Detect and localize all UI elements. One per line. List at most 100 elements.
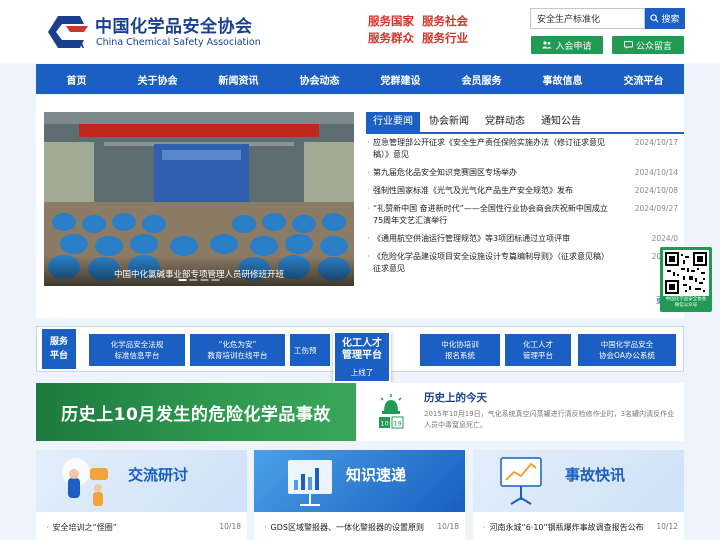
news-item[interactable]: 《危险化学品建设项目安全设施设计专篇编制导则》（征求意见稿）征求意见2024/0 xyxy=(366,251,678,275)
public-message-label: 公众留言 xyxy=(635,41,672,52)
news-item[interactable]: 第九届危化品安全知识竞赛国区专场举办 2024/10/14 xyxy=(366,167,678,179)
alarm-calendar-icon: 10 19 xyxy=(379,394,404,429)
news-date: 2024/10/08 xyxy=(634,186,678,195)
news-item[interactable]: 《通用航空供油运行管理规范》等3项团标通过立项评审 2024/0 xyxy=(366,233,678,245)
chat-bubble-icon xyxy=(623,41,633,49)
search-button[interactable]: 搜索 xyxy=(645,8,685,29)
news-item[interactable]: 应急管理部公开征求《安全生产责任保险实施办法（修订征求意见稿）》意见 2024/1… xyxy=(366,137,678,161)
service-link-regulations[interactable]: 化学品安全法规 标准信息平台 xyxy=(89,334,185,366)
nav-home[interactable]: 首页 xyxy=(36,64,117,94)
news-tabs: 行业要闻 协会新闻 党群动态 通知公告 xyxy=(366,112,684,134)
discussion-illustration-icon xyxy=(62,458,108,506)
qr-code-icon xyxy=(663,250,709,296)
card-title: 事故快讯 xyxy=(565,466,626,484)
card-banner: 事故快讯 xyxy=(473,450,684,512)
tab-notices[interactable]: 通知公告 xyxy=(534,112,588,132)
nav-news[interactable]: 新闻资讯 xyxy=(198,64,279,94)
history-month: 10 xyxy=(381,420,389,428)
card-title: 知识速递 xyxy=(346,466,407,484)
slogans: 服务国家 服务社会 服务群众 服务行业 xyxy=(368,14,478,46)
news-date: 2024/0 xyxy=(651,234,678,243)
bullet: · xyxy=(483,523,486,532)
news-date: 2024/10/17 xyxy=(634,138,678,147)
talent-platform-subtitle: 上线了 xyxy=(350,368,374,377)
svg-text:SA: SA xyxy=(69,39,84,51)
nav-accident-info[interactable]: 事故信息 xyxy=(522,64,603,94)
data-board-illustration-icon xyxy=(288,460,332,506)
slogan: 服务国家 xyxy=(368,14,414,28)
card-item-title[interactable]: GDS区域警报器、一体化警报器的设置原则 xyxy=(271,523,424,532)
slogan: 服务行业 xyxy=(422,31,468,45)
card-banner: 交流研讨 xyxy=(36,450,247,512)
association-logo-icon[interactable]: SA xyxy=(38,12,90,52)
service-link-online-training[interactable]: “化危为安” 教育培训在线平台 xyxy=(190,334,285,366)
news-title[interactable]: 《危险化学品建设项目安全设施设计专篇编制导则》（征求意见稿）征求意见 xyxy=(373,252,609,273)
card-item-title[interactable]: 安全培训之“怪圈” xyxy=(53,523,117,532)
presentation-illustration-icon xyxy=(500,457,542,505)
carousel-dots xyxy=(178,279,220,281)
news-title[interactable]: “礼赞新中国 奋进新时代”——全国性行业协会商会庆祝新中国成立75周年文艺汇演举… xyxy=(373,204,608,225)
join-application-button[interactable]: 入会申请 xyxy=(531,36,603,54)
search-icon xyxy=(650,14,659,23)
talent-platform-title: 化工人才 管理平台 xyxy=(342,338,382,361)
service-link-work-injury[interactable]: 工伤预 xyxy=(290,334,330,366)
users-icon xyxy=(542,41,553,49)
bullet: · xyxy=(264,523,267,532)
carousel-dot[interactable] xyxy=(178,279,187,281)
news-date: 2024/09/27 xyxy=(634,204,678,213)
card-item-date: 10/18 xyxy=(437,522,459,531)
slogan: 服务社会 xyxy=(422,14,468,28)
news-date: 2024/10/14 xyxy=(634,168,678,177)
public-message-button[interactable]: 公众留言 xyxy=(612,36,684,54)
nav-exchange-platform[interactable]: 交流平台 xyxy=(603,64,684,94)
nav-party-building[interactable]: 党群建设 xyxy=(360,64,441,94)
tab-party-news[interactable]: 党群动态 xyxy=(478,112,532,132)
qr-caption: 中国化学品安全协会 微信公众号 xyxy=(665,297,707,308)
logo-title-cn[interactable]: 中国化学品安全协会 xyxy=(95,12,253,37)
carousel-dot[interactable] xyxy=(211,279,220,281)
card-exchange-discussion[interactable]: 交流研讨 · 安全培训之“怪圈” 10/18 xyxy=(36,450,247,540)
news-item[interactable]: 强制性国家标准《光气及光气化产品生产安全规范》发布 2024/10/08 xyxy=(366,185,678,197)
service-platform-label: 服务 平台 xyxy=(42,329,76,369)
card-banner: 知识速递 xyxy=(254,450,465,512)
slogan: 服务群众 xyxy=(368,31,414,45)
history-accidents-banner[interactable]: 历史上10月发生的危险化学品事故 xyxy=(36,383,356,441)
news-carousel[interactable]: 中国中化氯碱事业部专项管理人员研修班开班 xyxy=(44,112,354,286)
carousel-dot[interactable] xyxy=(200,279,209,281)
carousel-dot[interactable] xyxy=(189,279,198,281)
nav-member-services[interactable]: 会员服务 xyxy=(441,64,522,94)
join-application-label: 入会申请 xyxy=(555,41,592,52)
nav-association-activities[interactable]: 协会动态 xyxy=(279,64,360,94)
card-list-item[interactable]: · 河南永城“6·10”钢瓶爆炸事故调查报告公布 10/12 xyxy=(473,522,684,533)
card-knowledge-express[interactable]: 知识速递 · GDS区域警报器、一体化警报器的设置原则 10/18 xyxy=(254,450,465,540)
service-link-oa-system[interactable]: 中国化学品安全 协会OA办公系统 xyxy=(578,334,676,366)
talent-platform-badge[interactable]: 化工人才 管理平台 上线了 xyxy=(333,331,391,383)
news-title[interactable]: 强制性国家标准《光气及光气化产品生产安全规范》发布 xyxy=(373,186,573,195)
news-title[interactable]: 第九届危化品安全知识竞赛国区专场举办 xyxy=(373,168,517,177)
card-list-item[interactable]: · GDS区域警报器、一体化警报器的设置原则 10/18 xyxy=(254,522,465,533)
card-item-title[interactable]: 河南永城“6·10”钢瓶爆炸事故调查报告公布 xyxy=(490,523,644,532)
tab-industry-news[interactable]: 行业要闻 xyxy=(366,112,420,132)
search-input[interactable] xyxy=(530,8,645,29)
card-item-date: 10/18 xyxy=(219,522,241,531)
service-link-talent-management[interactable]: 化工人才 管理平台 xyxy=(505,334,571,366)
history-today-text[interactable]: 2015年10月19日，气化系统真空闪蒸罐进行清反检修作业时，3名罐内清反作业人… xyxy=(424,409,678,431)
news-list: 应急管理部公开征求《安全生产责任保险实施办法（修订征求意见稿）》意见 2024/1… xyxy=(366,137,678,281)
history-today-title[interactable]: 历史上的今天 xyxy=(424,390,487,405)
main-nav: 首页 关于协会 新闻资讯 协会动态 党群建设 会员服务 事故信息 交流平台 xyxy=(36,64,684,94)
search-button-label: 搜索 xyxy=(661,15,680,25)
bullet: · xyxy=(46,523,49,532)
news-title[interactable]: 《通用航空供油运行管理规范》等3项团标通过立项评审 xyxy=(373,234,570,243)
news-item[interactable]: “礼赞新中国 奋进新时代”——全国性行业协会商会庆祝新中国成立75周年文艺汇演举… xyxy=(366,203,678,227)
carousel-caption[interactable]: 中国中化氯碱事业部专项管理人员研修班开班 xyxy=(44,256,354,286)
tab-association-news[interactable]: 协会新闻 xyxy=(422,112,476,132)
card-list-item[interactable]: · 安全培训之“怪圈” 10/18 xyxy=(36,522,247,533)
wechat-qr-widget[interactable]: 中国化学品安全协会 微信公众号 xyxy=(660,247,712,312)
card-item-date: 10/12 xyxy=(656,522,678,531)
card-title: 交流研讨 xyxy=(128,466,189,484)
news-title[interactable]: 应急管理部公开征求《安全生产责任保险实施办法（修订征求意见稿）》意见 xyxy=(373,138,605,159)
service-link-training-registration[interactable]: 中化协培训 报名系统 xyxy=(420,334,500,366)
logo-title-en[interactable]: China Chemical Safety Association xyxy=(96,37,261,48)
card-accident-news[interactable]: 事故快讯 · 河南永城“6·10”钢瓶爆炸事故调查报告公布 10/12 xyxy=(473,450,684,540)
nav-about[interactable]: 关于协会 xyxy=(117,64,198,94)
